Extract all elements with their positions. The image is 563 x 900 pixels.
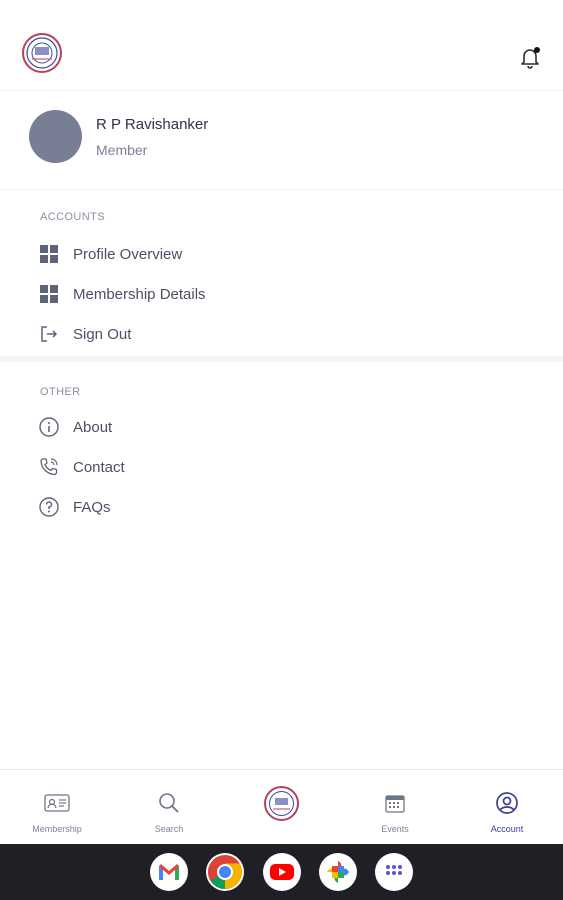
gmail-icon[interactable] — [150, 853, 188, 891]
other-section: OTHER About Contact FAQs — [0, 364, 563, 534]
sign-out-icon — [38, 323, 60, 345]
menu-item-label: Membership Details — [73, 285, 206, 303]
profile-header[interactable]: R P Ravishanker Member — [0, 90, 563, 190]
menu-item-label: Contact — [73, 458, 125, 476]
grid-icon — [38, 283, 60, 305]
menu-item-label: Sign Out — [73, 325, 132, 343]
menu-item-label: FAQs — [73, 498, 111, 516]
membership-card-icon — [44, 790, 70, 816]
tab-label: Events — [381, 824, 409, 834]
tab-membership[interactable]: Membership — [1, 770, 113, 845]
accounts-section-title: ACCOUNTS — [40, 211, 105, 223]
menu-item-membership-details[interactable]: Membership Details — [38, 281, 338, 307]
menu-item-label: Profile Overview — [73, 245, 183, 263]
other-section-title: OTHER — [40, 386, 81, 398]
menu-item-profile-overview[interactable]: Profile Overview — [38, 241, 338, 267]
tab-account[interactable]: Account — [451, 770, 563, 845]
grid-icon — [38, 243, 60, 265]
account-icon — [494, 790, 520, 816]
phone-icon — [38, 456, 60, 478]
info-icon — [38, 416, 60, 438]
tab-search[interactable]: Search — [113, 770, 225, 845]
system-dock — [0, 844, 563, 900]
profile-role: Member — [96, 142, 148, 158]
tab-label: Account — [490, 824, 524, 834]
home-logo-icon[interactable] — [264, 786, 299, 821]
top-bar — [0, 0, 563, 90]
organization-logo[interactable] — [22, 33, 62, 73]
tab-events[interactable]: Events — [339, 770, 451, 845]
menu-item-label: About — [73, 418, 113, 436]
tab-label: Search — [154, 824, 184, 834]
notification-bell-icon[interactable] — [516, 44, 544, 72]
menu-item-faqs[interactable]: FAQs — [38, 494, 338, 520]
chrome-icon[interactable] — [206, 853, 244, 891]
youtube-icon[interactable] — [263, 853, 301, 891]
profile-name: R P Ravishanker — [96, 116, 209, 133]
calendar-icon — [382, 790, 408, 816]
menu-item-contact[interactable]: Contact — [38, 454, 338, 480]
menu-item-sign-out[interactable]: Sign Out — [38, 321, 338, 347]
app-drawer-icon[interactable] — [375, 853, 413, 891]
bottom-navigation: Membership Search Events Account — [0, 769, 563, 844]
avatar[interactable] — [29, 110, 82, 163]
photos-icon[interactable] — [319, 853, 357, 891]
menu-item-about[interactable]: About — [38, 414, 338, 440]
tab-label: Membership — [32, 824, 82, 834]
search-icon — [156, 790, 182, 816]
accounts-section: ACCOUNTS Profile Overview Membership Det… — [0, 190, 563, 362]
help-icon — [38, 496, 60, 518]
